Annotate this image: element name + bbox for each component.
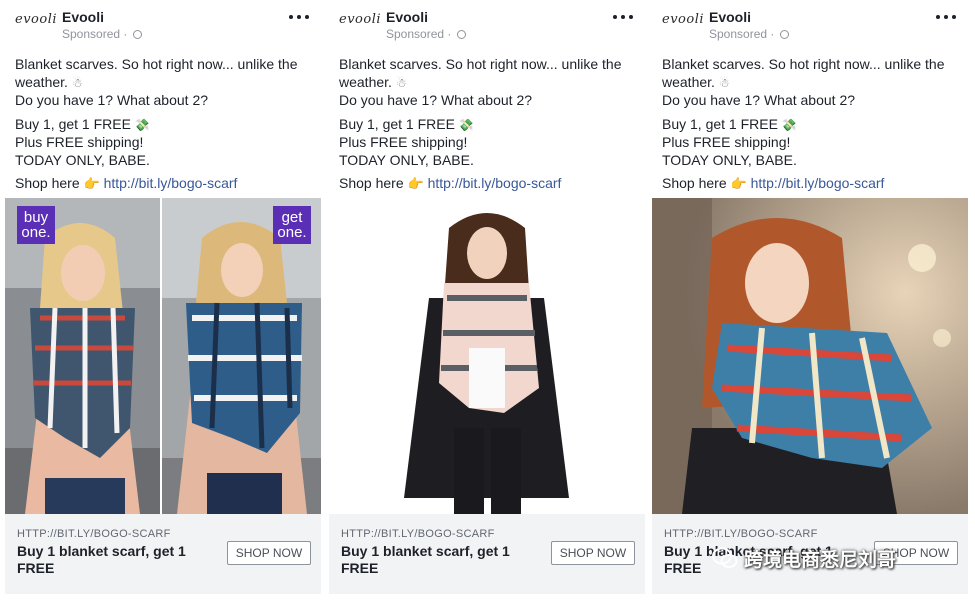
- ad-headline[interactable]: Buy 1 blanket scarf, get 1 FREE: [17, 543, 207, 577]
- text-line: Do you have 1? What about 2?: [15, 92, 209, 108]
- pointing-hand-icon: 👉: [83, 177, 100, 192]
- ad-body-text: Blanket scarves. So hot right now... unl…: [662, 56, 962, 194]
- snowman-icon: ☃: [71, 75, 83, 90]
- footer-url: HTTP://BIT.LY/BOGO-SCARF: [664, 528, 818, 540]
- text-line: Blanket scarves. So hot right now... unl…: [662, 56, 945, 72]
- brand-logo[interactable]: evooli: [662, 12, 706, 34]
- text-line: Blanket scarves. So hot right now... unl…: [15, 56, 298, 72]
- shop-here-text: Shop here: [662, 175, 727, 191]
- more-options-icon[interactable]: [289, 12, 309, 22]
- shop-now-button[interactable]: SHOP NOW: [227, 541, 311, 565]
- ad-image[interactable]: buy one. get one.: [5, 198, 321, 514]
- woman-scarf-photo: [5, 198, 160, 514]
- text-line-weather: weather.: [15, 73, 68, 90]
- globe-icon: [779, 30, 789, 39]
- money-icon: 💸: [458, 117, 474, 132]
- money-icon: 💸: [134, 117, 150, 132]
- pointing-hand-icon: 👉: [407, 177, 424, 192]
- text-line: Do you have 1? What about 2?: [662, 92, 856, 108]
- sponsored-text: Sponsored ·: [386, 27, 452, 41]
- text-line-weather: weather.: [662, 73, 715, 90]
- ad-image[interactable]: [329, 198, 645, 514]
- text-line: Buy 1, get 1 FREE 💸: [15, 116, 315, 135]
- sponsored-label: Sponsored ·: [386, 27, 466, 41]
- image-panel-left: [5, 198, 160, 514]
- shop-now-button[interactable]: SHOP NOW: [551, 541, 635, 565]
- sponsored-text: Sponsored ·: [709, 27, 775, 41]
- text-line-offer: Buy 1, get 1 FREE: [339, 115, 455, 132]
- brand-name[interactable]: Evooli: [709, 9, 751, 25]
- snowman-icon: ☃: [718, 75, 730, 90]
- text-line: Shop here 👉 http://bit.ly/bogo-scarf: [662, 175, 962, 194]
- text-line: Buy 1, get 1 FREE 💸: [339, 116, 639, 135]
- brand-name[interactable]: Evooli: [386, 9, 428, 25]
- text-line: Blanket scarves. So hot right now... unl…: [339, 56, 622, 72]
- sponsored-text: Sponsored ·: [62, 27, 128, 41]
- ad-footer[interactable]: HTTP://BIT.LY/BOGO-SCARF Buy 1 blanket s…: [5, 514, 321, 594]
- text-line: Shop here 👉 http://bit.ly/bogo-scarf: [15, 175, 315, 194]
- ad-footer[interactable]: HTTP://BIT.LY/BOGO-SCARF Buy 1 blanket s…: [329, 514, 645, 594]
- text-line-offer: Buy 1, get 1 FREE: [15, 115, 131, 132]
- ad-card-2: evooli Evooli Sponsored · Blanket scarve…: [329, 0, 645, 600]
- buy-one-tag: buy one.: [17, 206, 55, 244]
- ad-headline[interactable]: Buy 1 blanket scarf, get 1 FREE: [341, 543, 531, 577]
- ad-header: evooli Evooli Sponsored ·: [5, 0, 321, 50]
- pointing-hand-icon: 👉: [730, 177, 747, 192]
- footer-url: HTTP://BIT.LY/BOGO-SCARF: [341, 528, 495, 540]
- woman-scarf-photo: [162, 198, 321, 514]
- text-line: weather. ☃: [339, 74, 639, 93]
- sponsored-label: Sponsored ·: [62, 27, 142, 41]
- text-line: TODAY ONLY, BABE.: [662, 151, 797, 168]
- text-line: weather. ☃: [662, 74, 962, 93]
- globe-icon: [456, 30, 466, 39]
- more-options-icon[interactable]: [936, 12, 956, 22]
- text-line: Plus FREE shipping!: [15, 134, 144, 150]
- shop-here-text: Shop here: [15, 175, 80, 191]
- ad-body-text: Blanket scarves. So hot right now... unl…: [339, 56, 639, 194]
- ad-header: evooli Evooli Sponsored ·: [329, 0, 645, 50]
- brand-name[interactable]: Evooli: [62, 9, 104, 25]
- ad-image[interactable]: [652, 198, 968, 514]
- woman-scarf-photo: [329, 198, 645, 514]
- wechat-icon: [712, 547, 738, 568]
- ad-link[interactable]: http://bit.ly/bogo-scarf: [751, 175, 885, 191]
- watermark: 跨境电商悉尼刘哥: [712, 540, 962, 576]
- text-line: Plus FREE shipping!: [339, 134, 468, 150]
- ad-body-text: Blanket scarves. So hot right now... unl…: [15, 56, 315, 194]
- get-one-tag: get one.: [273, 206, 311, 244]
- footer-url: HTTP://BIT.LY/BOGO-SCARF: [17, 528, 171, 540]
- text-line: TODAY ONLY, BABE.: [15, 151, 150, 168]
- text-line-offer: Buy 1, get 1 FREE: [662, 115, 778, 132]
- globe-icon: [132, 30, 142, 39]
- text-line-weather: weather.: [339, 73, 392, 90]
- sponsored-label: Sponsored ·: [709, 27, 789, 41]
- shop-here-text: Shop here: [339, 175, 404, 191]
- ad-link[interactable]: http://bit.ly/bogo-scarf: [428, 175, 562, 191]
- text-line: Plus FREE shipping!: [662, 134, 791, 150]
- text-line: Shop here 👉 http://bit.ly/bogo-scarf: [339, 175, 639, 194]
- snowman-icon: ☃: [395, 75, 407, 90]
- text-line: Buy 1, get 1 FREE 💸: [662, 116, 962, 135]
- woman-scarf-photo: [652, 198, 968, 514]
- text-line: Do you have 1? What about 2?: [339, 92, 533, 108]
- text-line: TODAY ONLY, BABE.: [339, 151, 474, 168]
- more-options-icon[interactable]: [613, 12, 633, 22]
- ad-header: evooli Evooli Sponsored ·: [652, 0, 968, 50]
- brand-logo[interactable]: evooli: [15, 12, 59, 34]
- money-icon: 💸: [781, 117, 797, 132]
- watermark-text: 跨境电商悉尼刘哥: [744, 549, 897, 571]
- brand-logo[interactable]: evooli: [339, 12, 383, 34]
- text-line: weather. ☃: [15, 74, 315, 93]
- image-panel-right: [162, 198, 321, 514]
- ad-card-1: evooli Evooli Sponsored · Blanket scarve…: [5, 0, 321, 600]
- ad-card-3: evooli Evooli Sponsored · Blanket scarve…: [652, 0, 968, 600]
- ad-link[interactable]: http://bit.ly/bogo-scarf: [104, 175, 238, 191]
